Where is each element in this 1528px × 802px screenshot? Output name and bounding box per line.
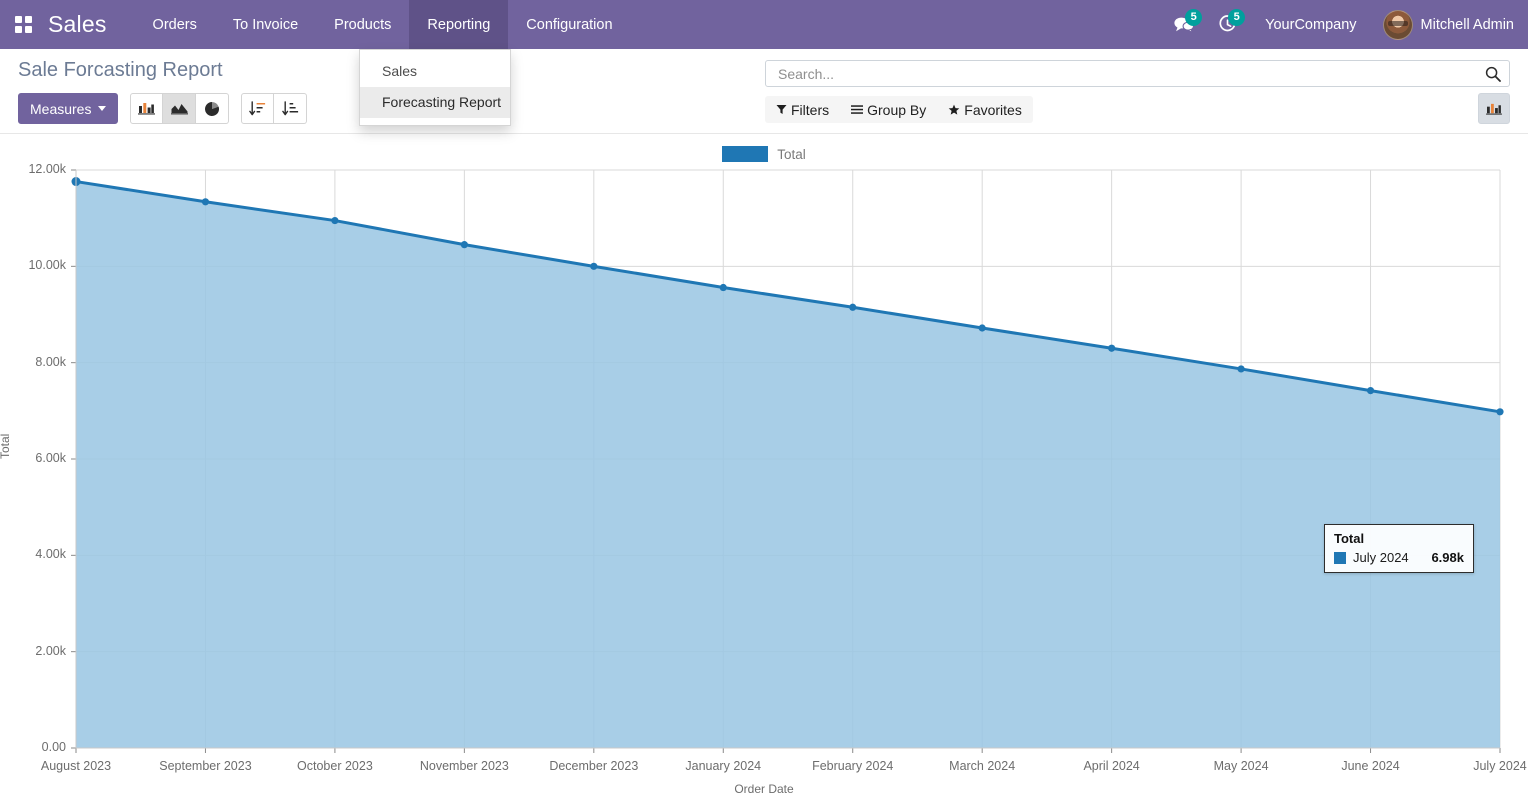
nav-item-configuration[interactable]: Configuration bbox=[508, 0, 630, 49]
search-area bbox=[765, 60, 1510, 87]
sort-descending-button[interactable] bbox=[241, 93, 275, 124]
favorites-button[interactable]: Favorites bbox=[937, 96, 1033, 123]
apps-menu-button[interactable] bbox=[0, 0, 46, 49]
measures-button[interactable]: Measures bbox=[18, 93, 119, 124]
main-menu: Orders To Invoice Products Reporting Con… bbox=[135, 0, 631, 49]
magnifier-icon[interactable] bbox=[1485, 66, 1501, 82]
tooltip-swatch bbox=[1334, 551, 1346, 564]
nav-item-reporting-label: Reporting bbox=[427, 16, 491, 33]
control-panel: Sale Forcasting Report Measures Search..… bbox=[0, 49, 1528, 134]
chart-point[interactable] bbox=[201, 198, 210, 206]
bar-chart-icon bbox=[138, 103, 156, 115]
chart-point[interactable] bbox=[719, 283, 727, 292]
bar-chart-button[interactable] bbox=[130, 93, 164, 124]
sort-descending-icon bbox=[249, 101, 266, 116]
tooltip-row: July 2024 6.98k bbox=[1334, 550, 1464, 565]
chart-point[interactable] bbox=[1237, 365, 1245, 373]
dropdown-item-forecasting-report-label: Forecasting Report bbox=[382, 94, 502, 110]
tooltip-label: July 2024 bbox=[1353, 550, 1409, 565]
reporting-dropdown-menu: Sales Forecasting Report bbox=[359, 49, 511, 126]
chart-point[interactable] bbox=[1496, 408, 1504, 416]
filters-label: Filters bbox=[791, 101, 830, 118]
nav-item-products[interactable]: Products bbox=[316, 0, 409, 49]
dropdown-item-sales[interactable]: Sales bbox=[360, 56, 510, 87]
sort-ascending-icon bbox=[282, 101, 299, 116]
user-menu[interactable]: Mitchell Admin bbox=[1375, 9, 1514, 40]
nav-item-reporting[interactable]: Reporting bbox=[409, 0, 509, 49]
chart-tooltip: Total July 2024 6.98k bbox=[1324, 524, 1474, 573]
messages-badge: 5 bbox=[1185, 9, 1203, 26]
area-chart-button[interactable] bbox=[163, 93, 197, 124]
chevron-down-icon bbox=[98, 106, 107, 111]
messages-button[interactable]: 5 bbox=[1164, 0, 1204, 49]
sort-ascending-button[interactable] bbox=[274, 93, 308, 124]
graph-view-toggle-button[interactable] bbox=[1478, 93, 1510, 124]
chart-plot[interactable] bbox=[0, 134, 1528, 802]
activities-button[interactable]: 5 bbox=[1208, 0, 1247, 49]
dropdown-item-forecasting-report[interactable]: Forecasting Report bbox=[360, 87, 510, 118]
chart-point[interactable] bbox=[978, 324, 986, 332]
search-box[interactable] bbox=[765, 60, 1510, 87]
y-tick-label: 12.00k bbox=[28, 162, 66, 176]
nav-item-to-invoice[interactable]: To Invoice bbox=[215, 0, 316, 49]
sort-button-group bbox=[241, 93, 308, 124]
pie-chart-button[interactable] bbox=[196, 93, 230, 124]
top-navbar: Sales Orders To Invoice Products Reporti… bbox=[0, 0, 1528, 49]
group-by-button[interactable]: Group By bbox=[840, 96, 937, 123]
measures-button-label: Measures bbox=[30, 100, 92, 117]
nav-item-orders-label: Orders bbox=[152, 16, 197, 33]
nav-item-to-invoice-label: To Invoice bbox=[232, 16, 299, 33]
y-tick-label: 0.00 bbox=[41, 740, 66, 754]
search-input[interactable] bbox=[776, 64, 1485, 83]
nav-item-products-label: Products bbox=[334, 16, 392, 33]
navbar-right-section: 5 5 YourCompany Mitchell Admin bbox=[1164, 0, 1528, 49]
chart-toolbar: Measures bbox=[18, 93, 308, 124]
chart-point[interactable] bbox=[1366, 387, 1375, 395]
y-tick-label: 2.00k bbox=[35, 643, 66, 658]
nav-item-configuration-label: Configuration bbox=[526, 16, 613, 33]
filter-icon bbox=[776, 105, 787, 114]
nav-item-orders[interactable]: Orders bbox=[135, 0, 215, 49]
chart-container: Total Total Order Date 0.00 2.00k 4.00k 6.0… bbox=[0, 134, 1528, 802]
chart-point[interactable] bbox=[460, 241, 468, 249]
chart-point[interactable] bbox=[590, 262, 598, 270]
page-title: Sale Forcasting Report bbox=[18, 59, 223, 81]
dropdown-item-sales-label: Sales bbox=[382, 63, 418, 79]
y-tick-label: 10.00k bbox=[28, 258, 66, 273]
x-tick-label: July 2024 bbox=[1473, 759, 1527, 773]
y-tick-label: 8.00k bbox=[35, 354, 66, 369]
tooltip-title: Total bbox=[1334, 531, 1365, 546]
hamburger-icon bbox=[851, 105, 864, 114]
graph-view-icon bbox=[1486, 103, 1502, 115]
chart-point[interactable] bbox=[1108, 344, 1116, 352]
chart-point[interactable] bbox=[849, 303, 857, 311]
search-facets: Filters Group By Favorites bbox=[765, 96, 1033, 123]
star-icon bbox=[948, 104, 960, 115]
pie-chart-icon bbox=[205, 101, 220, 116]
y-tick-label: 6.00k bbox=[35, 451, 66, 465]
filters-button[interactable]: Filters bbox=[765, 96, 840, 123]
company-switcher[interactable]: YourCompany bbox=[1251, 17, 1370, 33]
favorites-label: Favorites bbox=[964, 101, 1022, 118]
group-by-label: Group By bbox=[867, 101, 927, 118]
chart-point[interactable] bbox=[331, 216, 339, 225]
activities-badge: 5 bbox=[1228, 9, 1246, 26]
tooltip-value: 6.98k bbox=[1431, 550, 1464, 565]
user-name-label: Mitchell Admin bbox=[1420, 16, 1514, 33]
avatar bbox=[1382, 9, 1413, 40]
area-chart-icon bbox=[170, 104, 188, 115]
app-brand-sales[interactable]: Sales bbox=[46, 0, 117, 49]
chart-type-button-group bbox=[130, 93, 230, 124]
y-tick-label: 4.00k bbox=[35, 547, 66, 562]
apps-grid-icon bbox=[14, 16, 32, 33]
